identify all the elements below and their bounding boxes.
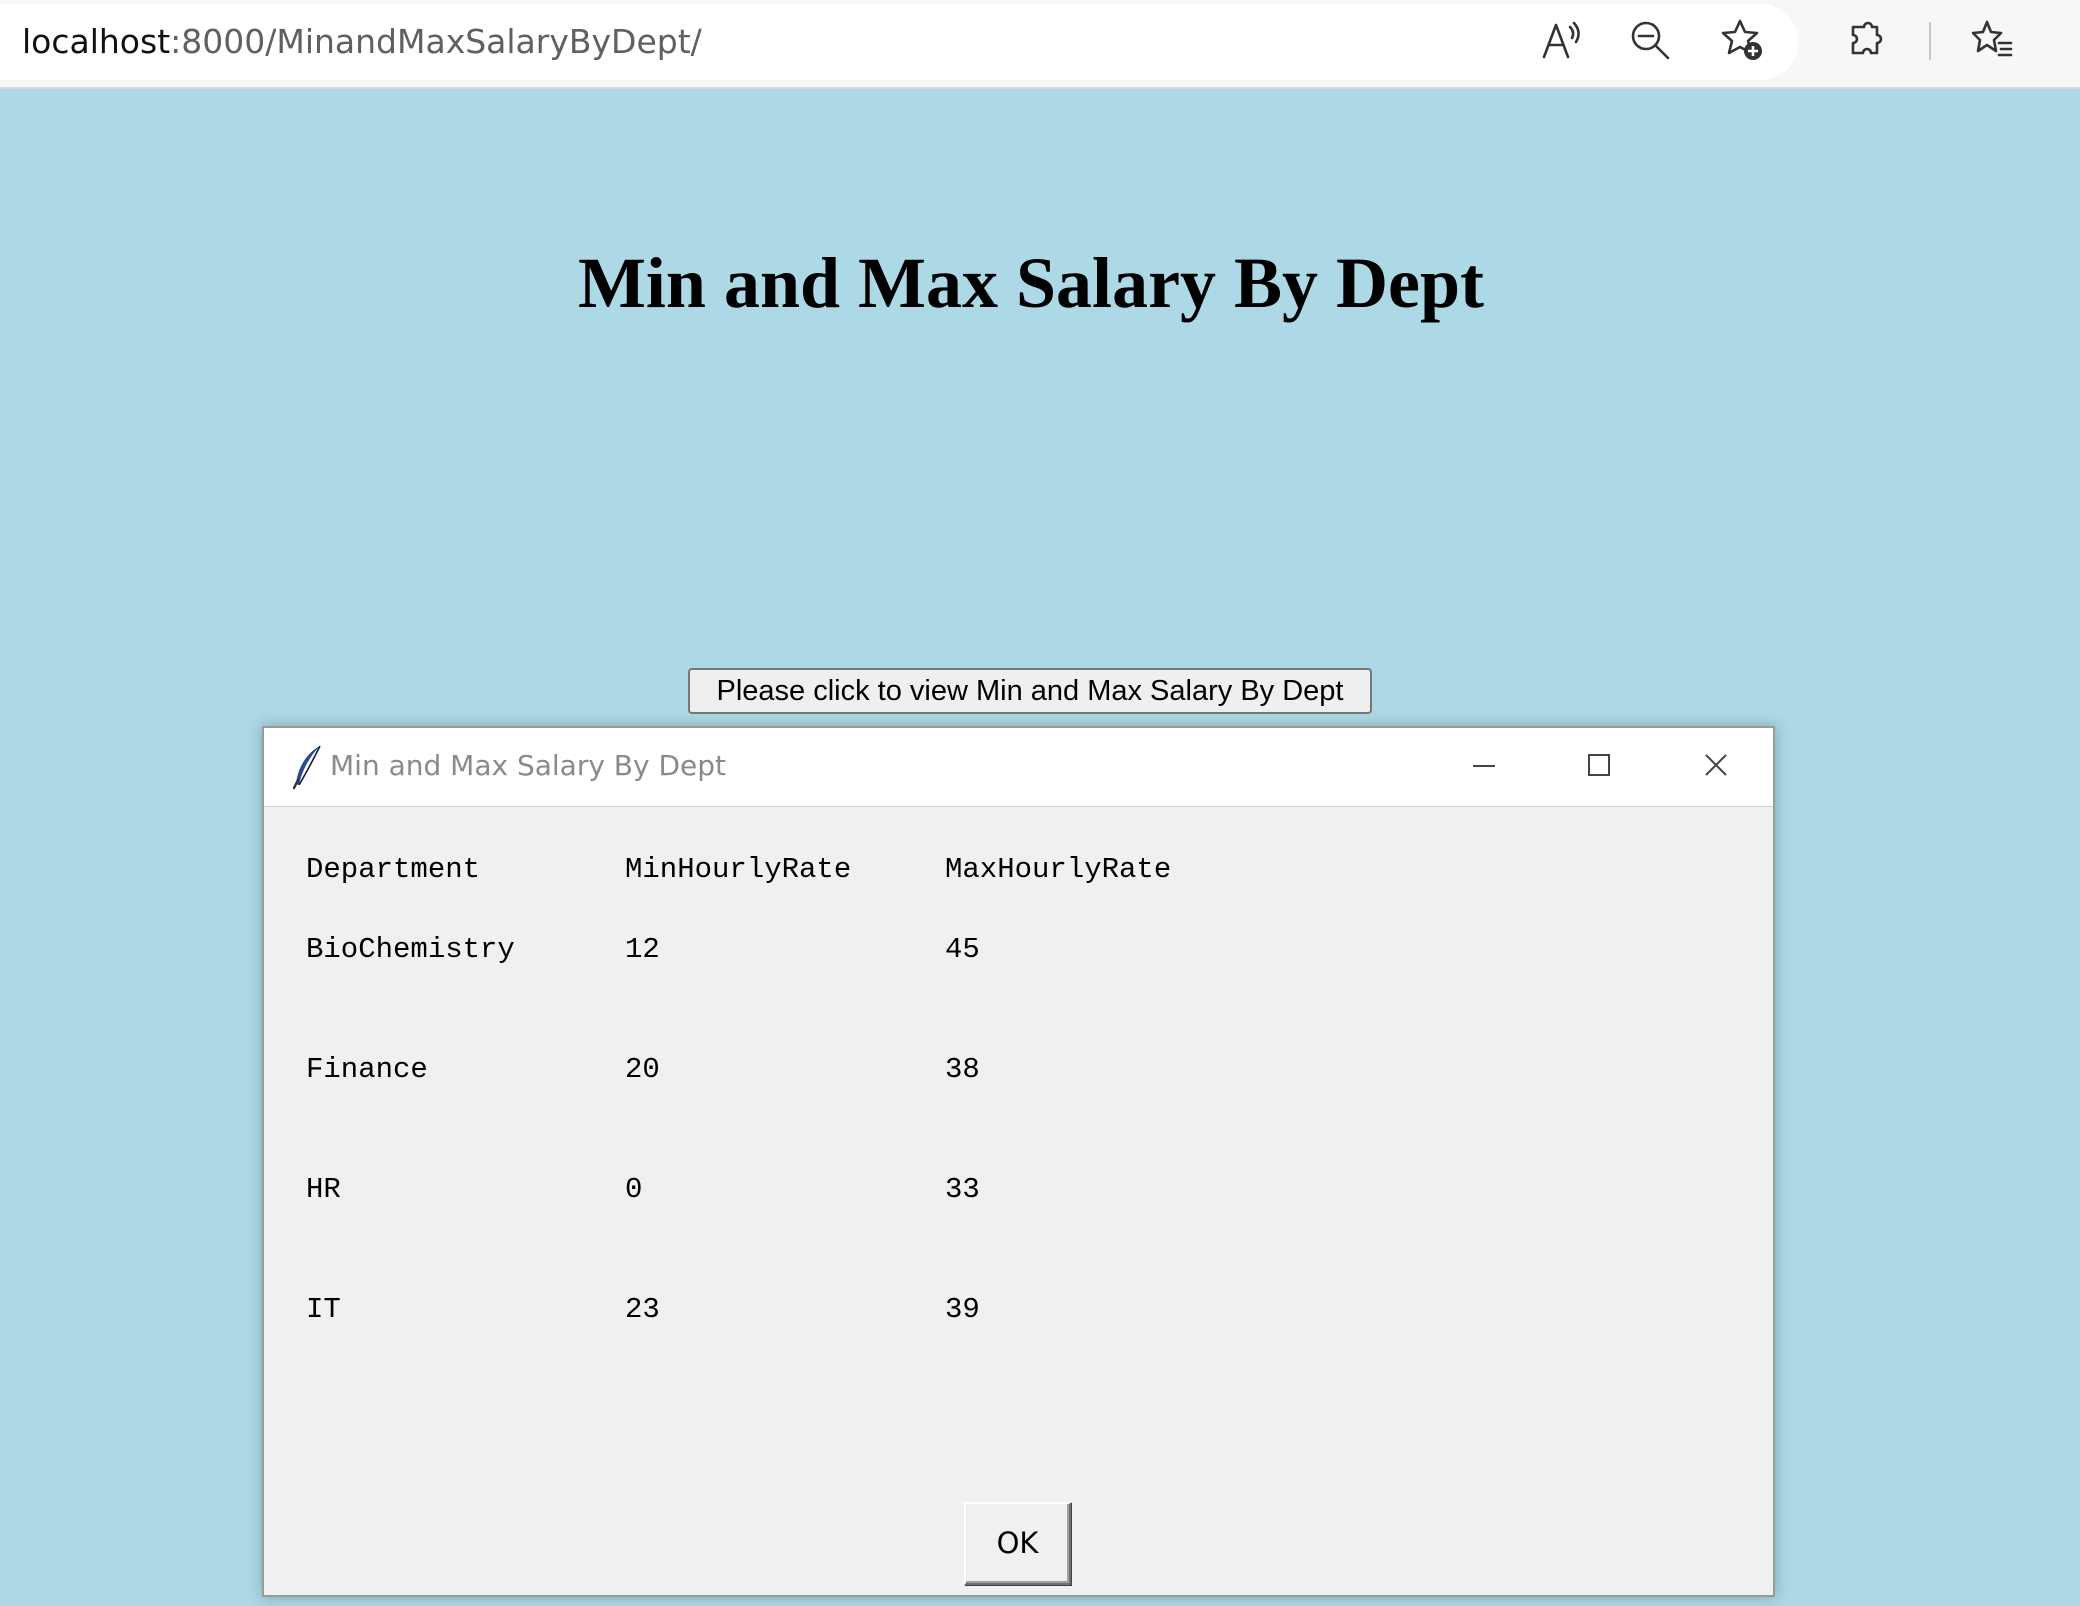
url-text[interactable]: localhost:8000/MinandMaxSalaryByDept/ xyxy=(22,22,702,62)
view-salary-button[interactable]: Please click to view Min and Max Salary … xyxy=(688,668,1372,714)
url-host: localhost xyxy=(22,22,171,61)
dialog-titlebar[interactable]: Min and Max Salary By Dept xyxy=(264,728,1773,807)
max-rate-cell: 45 xyxy=(945,933,980,966)
salary-dialog: Min and Max Salary By Dept Department Mi… xyxy=(262,726,1775,1597)
tk-feather-icon xyxy=(292,745,321,790)
column-header-max-hourly-rate: MaxHourlyRate xyxy=(945,853,1172,886)
page-title: Min and Max Salary By Dept xyxy=(577,243,1485,323)
toolbar-separator xyxy=(1929,22,1931,60)
max-rate-cell: 39 xyxy=(945,1293,980,1326)
add-favorite-icon[interactable] xyxy=(1716,14,1768,66)
min-rate-cell: 23 xyxy=(625,1293,660,1326)
favorites-icon[interactable] xyxy=(1966,14,2018,66)
min-rate-cell: 12 xyxy=(625,933,660,966)
min-rate-cell: 0 xyxy=(625,1173,643,1206)
read-aloud-icon[interactable] xyxy=(1536,14,1588,66)
minimize-icon[interactable] xyxy=(1460,742,1508,790)
ok-button[interactable]: OK xyxy=(964,1502,1071,1585)
max-rate-cell: 33 xyxy=(945,1173,980,1206)
department-cell: IT xyxy=(306,1293,341,1326)
maximize-icon[interactable] xyxy=(1575,742,1623,790)
department-cell: Finance xyxy=(306,1053,428,1086)
zoom-out-icon[interactable] xyxy=(1624,14,1676,66)
close-icon[interactable] xyxy=(1692,742,1740,790)
department-cell: HR xyxy=(306,1173,341,1206)
department-cell: BioChemistry xyxy=(306,933,515,966)
url-path: :8000/MinandMaxSalaryByDept/ xyxy=(170,22,702,61)
column-header-min-hourly-rate: MinHourlyRate xyxy=(625,853,852,886)
max-rate-cell: 38 xyxy=(945,1053,980,1086)
extensions-icon[interactable] xyxy=(1842,14,1894,66)
column-header-department: Department xyxy=(306,853,481,886)
dialog-title: Min and Max Salary By Dept xyxy=(330,749,727,782)
browser-toolbar: localhost:8000/MinandMaxSalaryByDept/ xyxy=(0,0,2080,89)
min-rate-cell: 20 xyxy=(625,1053,660,1086)
address-bar[interactable]: localhost:8000/MinandMaxSalaryByDept/ xyxy=(0,4,1798,80)
